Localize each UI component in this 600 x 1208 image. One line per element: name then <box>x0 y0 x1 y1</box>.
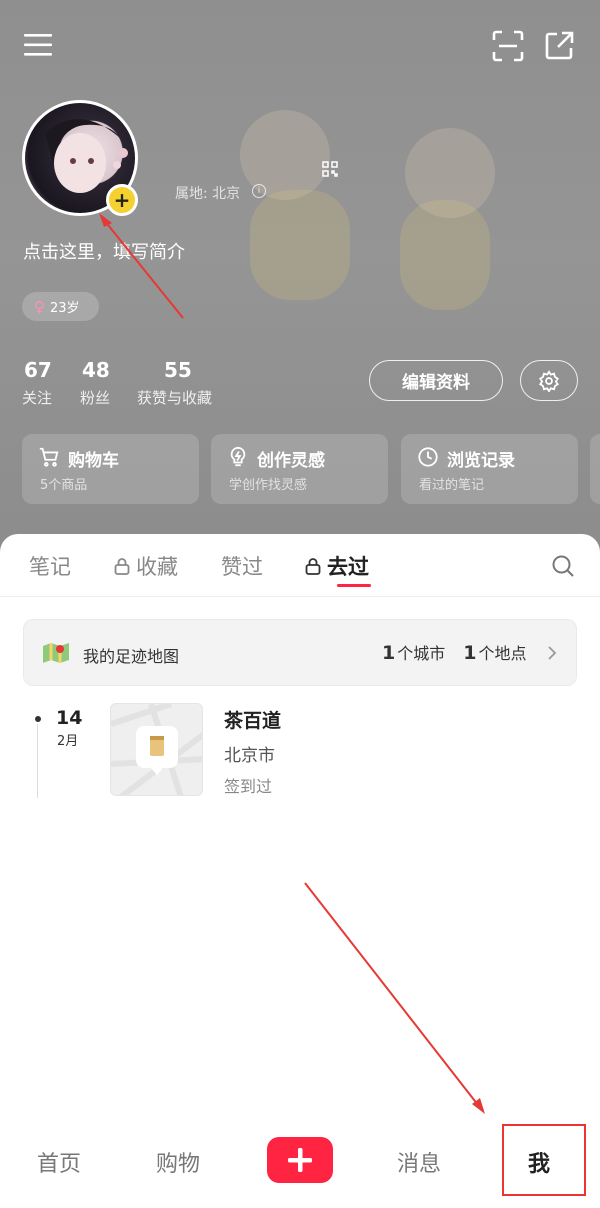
nav-shopping[interactable]: 购物 <box>156 1146 200 1178</box>
plus-icon <box>288 1148 312 1172</box>
annotation-arrow-bottom <box>304 882 485 1114</box>
nav-home[interactable]: 首页 <box>37 1146 81 1178</box>
nav-messages[interactable]: 消息 <box>397 1146 441 1178</box>
create-post-button[interactable] <box>267 1137 333 1183</box>
annotation-highlight-box <box>502 1124 586 1196</box>
